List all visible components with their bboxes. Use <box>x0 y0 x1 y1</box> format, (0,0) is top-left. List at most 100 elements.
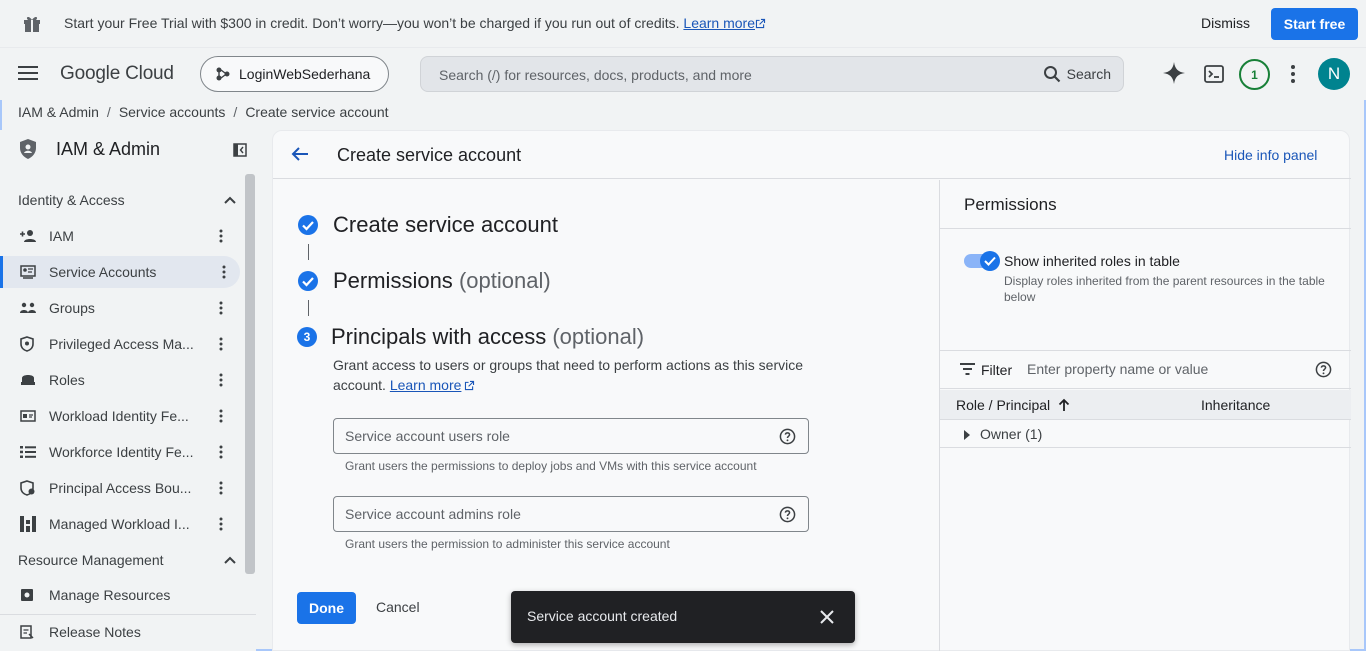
sidebar-item-groups[interactable]: Groups <box>0 292 240 324</box>
banner-learn-more-link[interactable]: Learn more <box>683 15 755 31</box>
sidebar-item-principal-access[interactable]: Principal Access Bou... <box>0 472 240 504</box>
more-vert-icon[interactable] <box>219 301 237 315</box>
learn-more-link[interactable]: Learn more <box>390 377 462 393</box>
sidebar-header: IAM & Admin <box>18 138 160 160</box>
cancel-button[interactable]: Cancel <box>376 599 420 615</box>
account-avatar[interactable]: N <box>1318 58 1350 90</box>
filter-input[interactable]: Enter property name or value <box>1027 361 1208 377</box>
start-free-button[interactable]: Start free <box>1271 8 1358 40</box>
chevron-up-icon <box>224 196 236 204</box>
more-vert-icon[interactable] <box>219 481 237 495</box>
more-vert-icon[interactable] <box>219 229 237 243</box>
banner-learn-more-label: Learn more <box>683 15 755 31</box>
more-vert-icon[interactable] <box>219 445 237 459</box>
toggle-label: Show inherited roles in table <box>1004 253 1180 269</box>
sidebar-item-release-notes[interactable]: Release Notes <box>0 616 240 648</box>
breadcrumb-iam-admin[interactable]: IAM & Admin <box>18 104 99 120</box>
step3-title: Principals with access (optional) <box>331 324 644 350</box>
service-account-admins-role-field[interactable]: Service account admins role <box>333 496 809 532</box>
help-circle-icon[interactable] <box>1315 361 1332 378</box>
sidebar-item-label: Managed Workload I... <box>49 516 190 532</box>
back-arrow-icon[interactable] <box>291 146 309 162</box>
sidebar-title: IAM & Admin <box>56 138 161 159</box>
section-resource-management[interactable]: Resource Management <box>18 552 236 568</box>
more-vert-icon[interactable] <box>219 373 237 387</box>
sidebar-item-service-accounts[interactable]: Service Accounts <box>0 256 240 288</box>
sidebar-scrollbar[interactable] <box>245 174 255 574</box>
more-vert-icon[interactable] <box>222 265 240 279</box>
step-create-service-account[interactable]: Create service account <box>297 212 558 238</box>
iam-shield-icon <box>18 138 38 160</box>
step-principals-with-access[interactable]: 3 Principals with access (optional) <box>297 324 644 350</box>
close-icon[interactable] <box>820 610 834 624</box>
project-hierarchy-icon <box>215 66 231 82</box>
breadcrumb-separator: / <box>106 104 111 120</box>
external-link-icon <box>755 18 766 29</box>
groups-icon <box>20 302 38 314</box>
banner-message: Start your Free Trial with $300 in credi… <box>64 15 680 31</box>
list-icon <box>20 446 38 458</box>
more-vert-icon[interactable] <box>219 337 237 351</box>
sidebar-item-workforce-identity[interactable]: Workforce Identity Fe... <box>0 436 240 468</box>
check-circle-icon <box>297 270 319 292</box>
search-bar[interactable]: Search (/) for resources, docs, products… <box>420 56 1124 92</box>
sidebar-item-manage-resources[interactable]: Manage Resources <box>0 579 240 611</box>
section-identity-access[interactable]: Identity & Access <box>18 192 236 208</box>
main-panel: Create service account Hide info panel C… <box>272 130 1351 651</box>
hide-info-panel-button[interactable]: Hide info panel <box>1224 147 1317 163</box>
sidebar: IAM & Admin Identity & Access IAM Servic… <box>0 130 256 651</box>
filter-icon <box>960 363 975 375</box>
check-circle-icon <box>297 214 319 236</box>
sidebar-item-label: Privileged Access Ma... <box>49 336 194 352</box>
more-vert-icon[interactable] <box>219 409 237 423</box>
step-connector <box>308 300 309 316</box>
gift-icon <box>22 14 42 34</box>
page-header: Create service account Hide info panel <box>273 131 1351 179</box>
filter-bar: Filter Enter property name or value <box>940 351 1351 389</box>
dismiss-button[interactable]: Dismiss <box>1201 15 1250 31</box>
sidebar-item-privileged-access[interactable]: Privileged Access Ma... <box>0 328 240 360</box>
sidebar-item-label: Groups <box>49 300 95 316</box>
check-icon <box>984 256 996 266</box>
show-inherited-roles-toggle[interactable] <box>964 251 1000 271</box>
gemini-sparkle-icon[interactable] <box>1163 62 1185 84</box>
done-button[interactable]: Done <box>297 592 356 624</box>
chevron-up-icon <box>224 556 236 564</box>
learn-more-label: Learn more <box>389 377 462 393</box>
sidebar-item-roles[interactable]: Roles <box>0 364 240 396</box>
admins-role-placeholder: Service account admins role <box>345 506 521 522</box>
search-button[interactable]: Search <box>1043 65 1111 83</box>
notifications-badge[interactable]: 1 <box>1239 59 1270 90</box>
more-vert-icon[interactable] <box>1290 64 1296 84</box>
more-vert-icon[interactable] <box>219 517 237 531</box>
managed-workload-icon <box>20 516 38 532</box>
help-circle-icon[interactable] <box>779 428 796 445</box>
breadcrumb-service-accounts[interactable]: Service accounts <box>119 104 226 120</box>
table-row[interactable]: Owner (1) <box>940 420 1351 448</box>
help-circle-icon[interactable] <box>779 506 796 523</box>
shield-icon <box>20 336 38 352</box>
caret-right-icon[interactable] <box>964 430 970 440</box>
step3-number: 3 <box>297 327 317 347</box>
sidebar-item-iam[interactable]: IAM <box>0 220 240 252</box>
workload-identity-icon <box>20 410 38 422</box>
hamburger-menu-icon[interactable] <box>18 65 38 81</box>
service-account-users-role-field[interactable]: Service account users role <box>333 418 809 454</box>
sidebar-item-workload-identity[interactable]: Workload Identity Fe... <box>0 400 240 432</box>
sidebar-item-label: Service Accounts <box>49 264 157 280</box>
column-role-principal[interactable]: Role / Principal <box>956 397 1070 413</box>
sidebar-item-managed-workload[interactable]: Managed Workload I... <box>0 508 240 540</box>
section-identity-label: Identity & Access <box>18 192 125 208</box>
sidebar-item-label: Manage Resources <box>49 587 171 603</box>
sidebar-divider <box>0 614 256 615</box>
collapse-sidebar-icon[interactable] <box>233 143 247 157</box>
project-picker[interactable]: LoginWebSederhana <box>200 56 389 92</box>
step-permissions[interactable]: Permissions (optional) <box>297 268 551 294</box>
search-input[interactable]: Search (/) for resources, docs, products… <box>439 67 752 83</box>
step2-label: Permissions <box>333 268 453 293</box>
column-inheritance[interactable]: Inheritance <box>1201 397 1270 413</box>
cloud-shell-terminal-icon[interactable] <box>1204 64 1224 84</box>
google-cloud-logo[interactable]: Google Cloud <box>60 63 174 85</box>
users-role-placeholder: Service account users role <box>345 428 510 444</box>
search-button-label: Search <box>1066 66 1111 82</box>
